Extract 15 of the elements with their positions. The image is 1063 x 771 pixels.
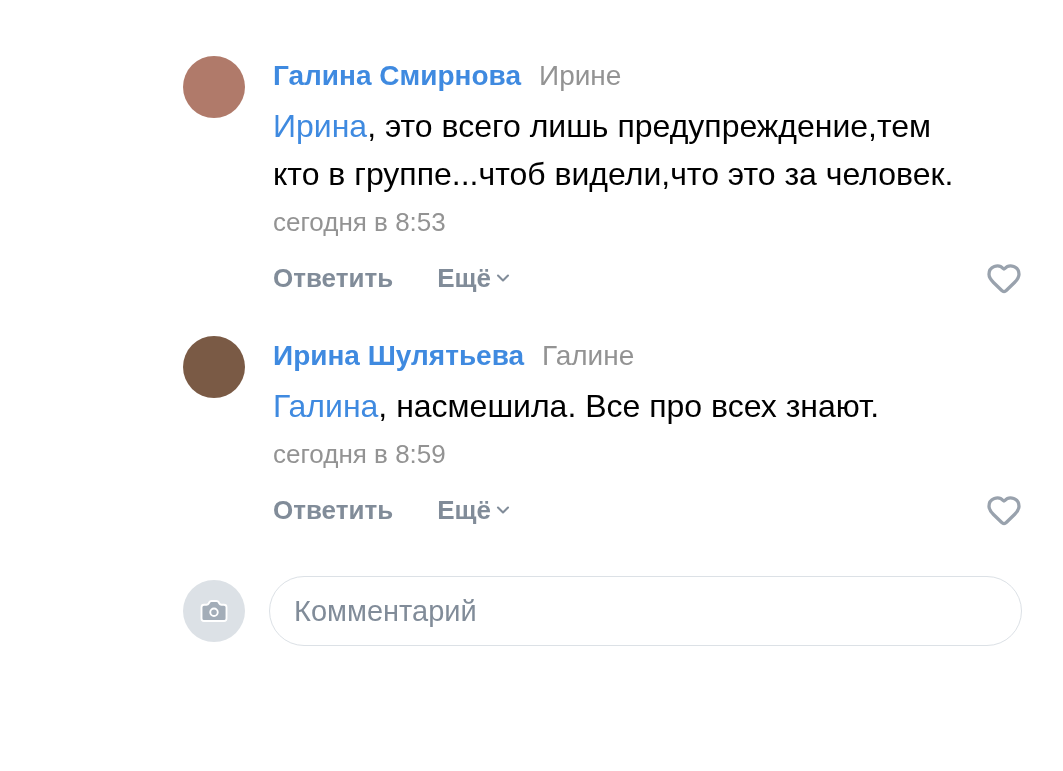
mention-link[interactable]: Галина (273, 388, 379, 424)
reply-to-label: Галине (542, 339, 635, 373)
comment-text: Галина, насмешила. Все про всех знают. (273, 387, 881, 426)
comment-input-field[interactable]: Комментарий (269, 576, 1022, 646)
author-name[interactable]: Ирина Шулятьева (273, 336, 525, 376)
reply-button[interactable]: Ответить (273, 494, 394, 526)
comment-time: сегодня в 8:59 (273, 438, 447, 471)
more-button[interactable]: Ещё (437, 262, 513, 294)
mention-link[interactable]: Ирина (273, 108, 368, 144)
comment-time: сегодня в 8:53 (273, 206, 447, 239)
more-button[interactable]: Ещё (437, 494, 513, 526)
reply-to-label: Ирине (539, 59, 622, 93)
reply-button[interactable]: Ответить (273, 262, 394, 294)
comment-text: Ирина, это всего лишь предупреждение,тем кто в группе...чтоб видели,что это за человек. (273, 107, 955, 194)
author-name[interactable]: Галина Смирнова (273, 56, 522, 96)
